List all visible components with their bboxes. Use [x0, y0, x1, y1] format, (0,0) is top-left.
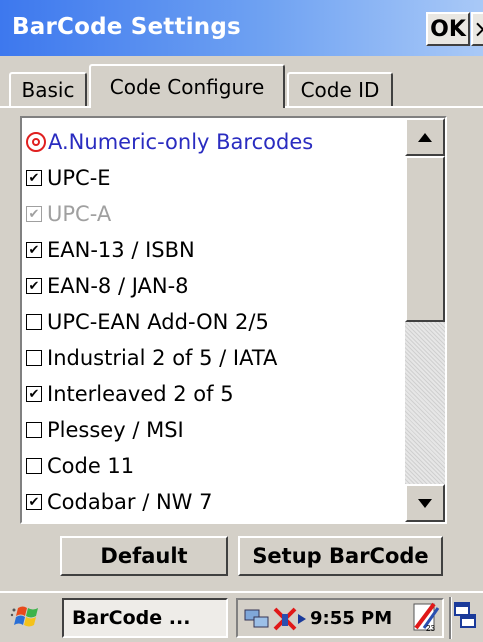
scroll-down-button[interactable] — [405, 484, 445, 522]
tab-code-configure[interactable]: Code Configure — [89, 64, 285, 108]
input-panel-icon[interactable]: 23 — [412, 600, 440, 634]
arrow-down-icon — [418, 498, 432, 508]
scroll-up-button[interactable] — [405, 118, 445, 156]
tab-code-id[interactable]: Code ID — [287, 72, 393, 106]
checkbox-unchecked[interactable] — [26, 458, 42, 474]
section-header-label: A.Numeric-only Barcodes — [48, 130, 314, 154]
list-item[interactable]: ✔ UPC-A — [26, 196, 406, 232]
tab-basic[interactable]: Basic — [9, 72, 87, 106]
tray-separator — [449, 597, 452, 639]
arrow-up-icon — [418, 132, 432, 142]
windows-switch-icon[interactable] — [453, 601, 477, 631]
barcode-list-items: A.Numeric-only Barcodes ✔ UPC-E ✔ UPC-A ✔ EAN… — [26, 124, 406, 522]
list-section-header: A.Numeric-only Barcodes — [26, 124, 406, 160]
list-item-label: Interleaved 2 of 5 — [47, 382, 234, 406]
default-button[interactable]: Default — [60, 536, 228, 576]
list-item-label: Codabar / NW 7 — [47, 490, 213, 514]
title-bar: BarCode Settings OK × — [0, 0, 483, 56]
list-item[interactable]: ✔ Codabar / NW 7 — [26, 484, 406, 520]
list-item[interactable]: Industrial 2 of 5 / IATA — [26, 340, 406, 376]
checkbox-checked[interactable]: ✔ — [26, 206, 42, 222]
list-item[interactable]: ✔ EAN-8 / JAN-8 — [26, 268, 406, 304]
svg-text:23: 23 — [426, 624, 435, 633]
taskbar: BarCode ... 9:55 PM 23 — [0, 591, 483, 642]
list-item[interactable]: Matrix 2 of 5 — [26, 520, 406, 522]
checkbox-checked[interactable]: ✔ — [26, 242, 42, 258]
checkbox-unchecked[interactable] — [26, 314, 42, 330]
close-button[interactable]: × — [471, 12, 483, 46]
list-item-label: Plessey / MSI — [47, 418, 184, 442]
setup-barcode-button[interactable]: Setup BarCode — [238, 536, 443, 576]
list-item[interactable]: ✔ Interleaved 2 of 5 — [26, 376, 406, 412]
vertical-scrollbar[interactable] — [405, 118, 445, 522]
list-item-label: Industrial 2 of 5 / IATA — [47, 346, 278, 370]
checkbox-checked[interactable]: ✔ — [26, 386, 42, 402]
list-item[interactable]: ✔ UPC-E — [26, 160, 406, 196]
network-icon[interactable] — [244, 608, 270, 630]
target-icon — [26, 132, 46, 152]
barcode-list[interactable]: A.Numeric-only Barcodes ✔ UPC-E ✔ UPC-A ✔ EAN… — [20, 116, 447, 524]
list-item[interactable]: Code 11 — [26, 448, 406, 484]
window-title: BarCode Settings — [12, 14, 241, 40]
list-item[interactable]: Plessey / MSI — [26, 412, 406, 448]
checkbox-checked[interactable]: ✔ — [26, 170, 42, 186]
list-item[interactable]: UPC-EAN Add-ON 2/5 — [26, 304, 406, 340]
connection-off-icon[interactable] — [272, 606, 298, 632]
checkbox-unchecked[interactable] — [26, 350, 42, 366]
checkbox-checked[interactable]: ✔ — [26, 278, 42, 294]
clock: 9:55 PM — [310, 608, 393, 629]
list-item[interactable]: ✔ EAN-13 / ISBN — [26, 232, 406, 268]
ok-button[interactable]: OK — [426, 12, 470, 46]
checkbox-checked[interactable]: ✔ — [26, 494, 42, 510]
windows-start-icon[interactable] — [10, 602, 44, 634]
arrow-right-icon — [298, 614, 306, 624]
scrollbar-thumb[interactable] — [405, 156, 445, 322]
checkbox-unchecked[interactable] — [26, 422, 42, 438]
list-item-label: UPC-A — [47, 202, 112, 226]
list-item-label: EAN-8 / JAN-8 — [47, 274, 189, 298]
list-item-label: UPC-E — [47, 166, 111, 190]
list-item-label: UPC-EAN Add-ON 2/5 — [47, 310, 269, 334]
list-item-label: EAN-13 / ISBN — [47, 238, 195, 262]
taskbar-app-button[interactable]: BarCode ... — [62, 598, 228, 638]
list-item-label: Code 11 — [47, 454, 135, 478]
